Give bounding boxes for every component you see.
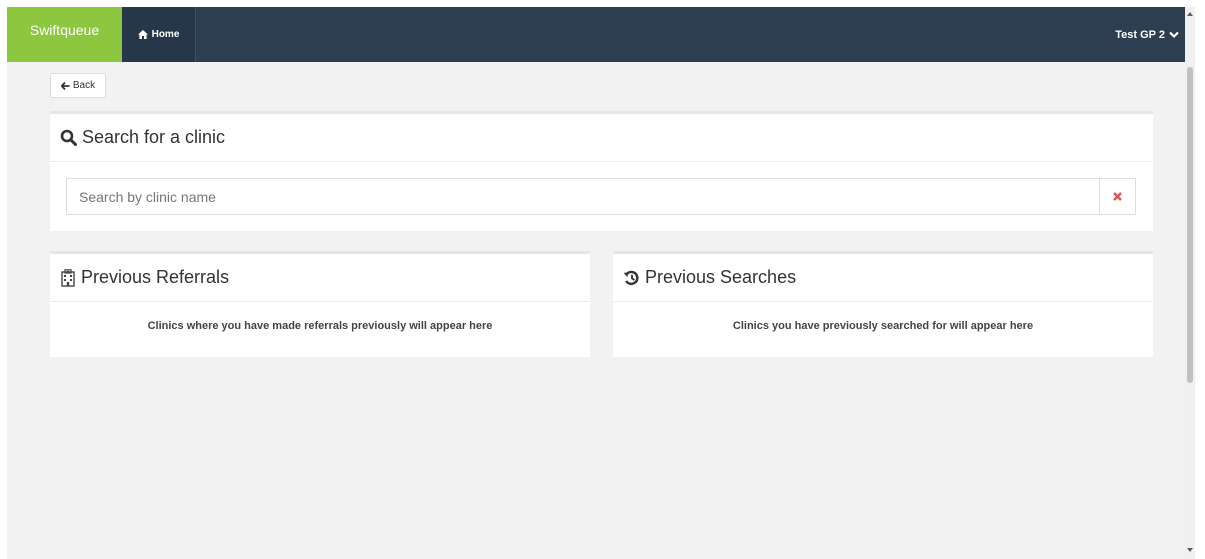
search-panel-heading: Search for a clinic — [50, 114, 1153, 162]
close-icon — [1113, 192, 1122, 201]
referrals-panel-heading: Previous Referrals — [50, 254, 590, 302]
searches-panel-heading: Previous Searches — [613, 254, 1153, 302]
back-label: Back — [72, 80, 96, 91]
brand-text: Swiftqueue — [29, 22, 100, 38]
page-scrollbar[interactable] — [1185, 7, 1195, 559]
search-panel: Search for a clinic — [50, 111, 1153, 231]
search-panel-title: Search for a clinic — [82, 127, 226, 147]
previous-searches-panel: Previous Searches Clinics you have previ… — [613, 251, 1153, 357]
scroll-up-arrow-icon[interactable] — [1187, 12, 1193, 16]
back-button[interactable]: Back — [50, 73, 106, 98]
user-menu-dropdown[interactable]: Test GP 2 — [1115, 7, 1179, 62]
searches-panel-title: Previous Searches — [645, 267, 797, 287]
history-icon — [623, 270, 640, 286]
nav-home-label: Home — [151, 29, 180, 40]
scroll-down-arrow-icon[interactable] — [1187, 548, 1193, 552]
searches-empty-message: Clinics you have previously searched for… — [732, 320, 1034, 332]
referrals-panel-title: Previous Referrals — [81, 267, 230, 287]
search-icon — [60, 129, 77, 146]
search-input-group — [66, 178, 1136, 215]
app-frame: Swiftqueue Home Test GP 2 Back Search fo… — [7, 7, 1195, 559]
arrow-left-icon — [60, 81, 70, 90]
home-icon — [137, 30, 148, 39]
clear-search-button[interactable] — [1099, 178, 1136, 215]
brand-logo[interactable]: Swiftqueue — [7, 7, 122, 62]
referrals-empty-message: Clinics where you have made referrals pr… — [147, 320, 493, 332]
user-name: Test GP 2 — [1115, 28, 1165, 41]
hospital-icon — [60, 268, 76, 287]
nav-home-link[interactable]: Home — [122, 7, 196, 62]
scrollbar-thumb[interactable] — [1187, 67, 1193, 383]
previous-referrals-panel: Previous Referrals Clinics where you hav… — [50, 251, 590, 357]
clinic-search-input[interactable] — [66, 178, 1099, 215]
chevron-down-icon — [1169, 31, 1179, 39]
top-navbar: Swiftqueue Home Test GP 2 — [7, 7, 1195, 62]
